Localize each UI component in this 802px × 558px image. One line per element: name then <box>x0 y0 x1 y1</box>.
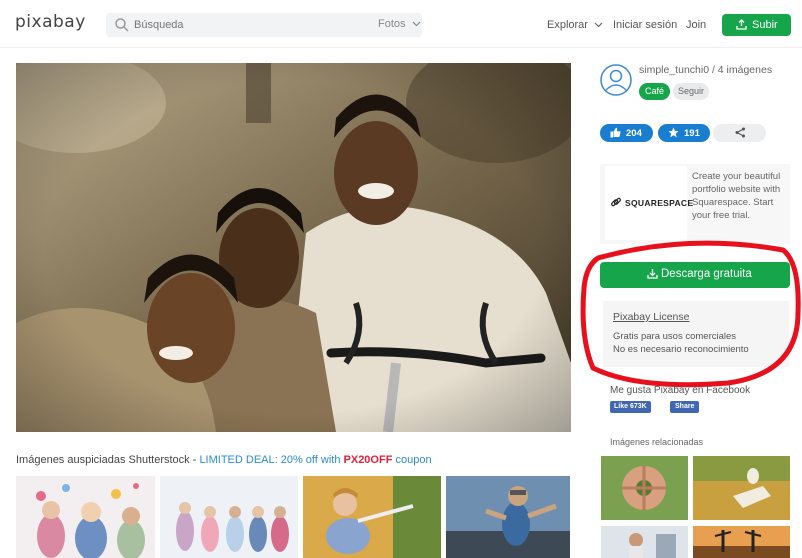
sponsored-thumb-3-image <box>303 476 441 558</box>
sponsored-prefix: Imágenes auspiciadas Shutterstock - <box>16 454 200 466</box>
search-input[interactable] <box>134 17 334 33</box>
free-download-button[interactable]: Descarga gratuita <box>600 262 790 288</box>
star-icon <box>668 127 679 138</box>
like-button[interactable]: 204 <box>600 124 653 142</box>
sponsored-suffix[interactable]: coupon <box>392 454 431 466</box>
download-icon <box>647 269 658 279</box>
related-images-heading: Imágenes relacionadas <box>610 437 704 447</box>
upload-label: Subir <box>752 19 778 31</box>
follow-button[interactable]: Seguir <box>673 83 709 100</box>
sponsored-deal-link[interactable]: LIMITED DEAL: 20% off with <box>199 454 343 466</box>
license-link[interactable]: Pixabay License <box>613 311 689 323</box>
chevron-down-icon <box>594 22 603 28</box>
nav-login[interactable]: Iniciar sesión <box>613 19 677 31</box>
sponsored-thumb-2-image <box>160 476 298 558</box>
free-download-label: Descarga gratuita <box>661 268 752 280</box>
license-line-attribution: No es necesario reconocimiento <box>613 344 749 355</box>
ad-brand: SQUARESPACE <box>625 198 694 208</box>
related-image-4[interactable] <box>693 526 790 558</box>
sponsored-code[interactable]: PX20OFF <box>344 454 393 466</box>
sponsored-thumb-4[interactable] <box>446 476 570 558</box>
related-image-3-image <box>601 526 688 558</box>
main-photo[interactable] <box>16 63 571 432</box>
facebook-share-button[interactable]: Share <box>670 401 700 413</box>
nav-explore[interactable]: Explorar <box>547 19 603 31</box>
squarespace-logo-icon <box>611 197 621 207</box>
related-image-2[interactable] <box>693 456 790 520</box>
ad-logo: SQUARESPACE <box>605 166 693 240</box>
main-photo-image <box>16 63 571 432</box>
search-bar[interactable]: Fotos <box>106 13 422 37</box>
facebook-like-button[interactable]: Like 673K <box>610 401 651 413</box>
chevron-down-icon <box>412 21 421 27</box>
facebook-like-text: Me gusta Pixabay en Facebook <box>610 385 751 396</box>
sponsored-thumb-1[interactable] <box>16 476 155 558</box>
sponsored-thumb-1-image <box>16 476 155 558</box>
like-count: 204 <box>626 127 642 139</box>
upload-icon <box>736 19 747 30</box>
license-box: Pixabay License Gratis para usos comerci… <box>603 301 789 367</box>
sponsored-thumb-2[interactable] <box>160 476 298 558</box>
related-image-1[interactable] <box>601 456 688 520</box>
avatar-icon[interactable] <box>600 64 632 96</box>
related-image-4-image <box>693 526 790 558</box>
squarespace-ad[interactable]: SQUARESPACE Create your beautiful portfo… <box>600 164 790 244</box>
search-type-label: Fotos <box>378 18 406 30</box>
author-info[interactable]: simple_tunchi0 / 4 imágenes <box>639 64 772 76</box>
pixabay-logo[interactable]: pixabay <box>15 12 86 32</box>
thumbs-up-icon <box>610 127 621 138</box>
sponsored-caption: Imágenes auspiciadas Shutterstock - LIMI… <box>16 454 432 466</box>
sponsored-thumb-4-image <box>446 476 570 558</box>
upload-button[interactable]: Subir <box>722 14 791 36</box>
coffee-button[interactable]: Café <box>639 83 670 100</box>
search-icon <box>115 18 129 32</box>
related-image-3[interactable] <box>601 526 688 558</box>
favorite-count: 191 <box>684 127 700 139</box>
favorite-button[interactable]: 191 <box>658 124 710 142</box>
nav-explore-label: Explorar <box>547 19 588 31</box>
sponsored-thumb-3[interactable] <box>303 476 441 558</box>
top-navbar: pixabay Fotos Explorar Iniciar sesión Jo… <box>0 0 802 48</box>
related-image-1-image <box>601 456 688 520</box>
share-button[interactable] <box>713 124 766 142</box>
share-icon <box>735 127 745 138</box>
license-line-commercial: Gratis para usos comerciales <box>613 331 737 342</box>
search-type-select[interactable]: Fotos <box>378 18 421 30</box>
nav-join[interactable]: Join <box>686 19 706 31</box>
related-image-2-image <box>693 456 790 520</box>
ad-text: Create your beautiful portfolio website … <box>692 171 781 221</box>
